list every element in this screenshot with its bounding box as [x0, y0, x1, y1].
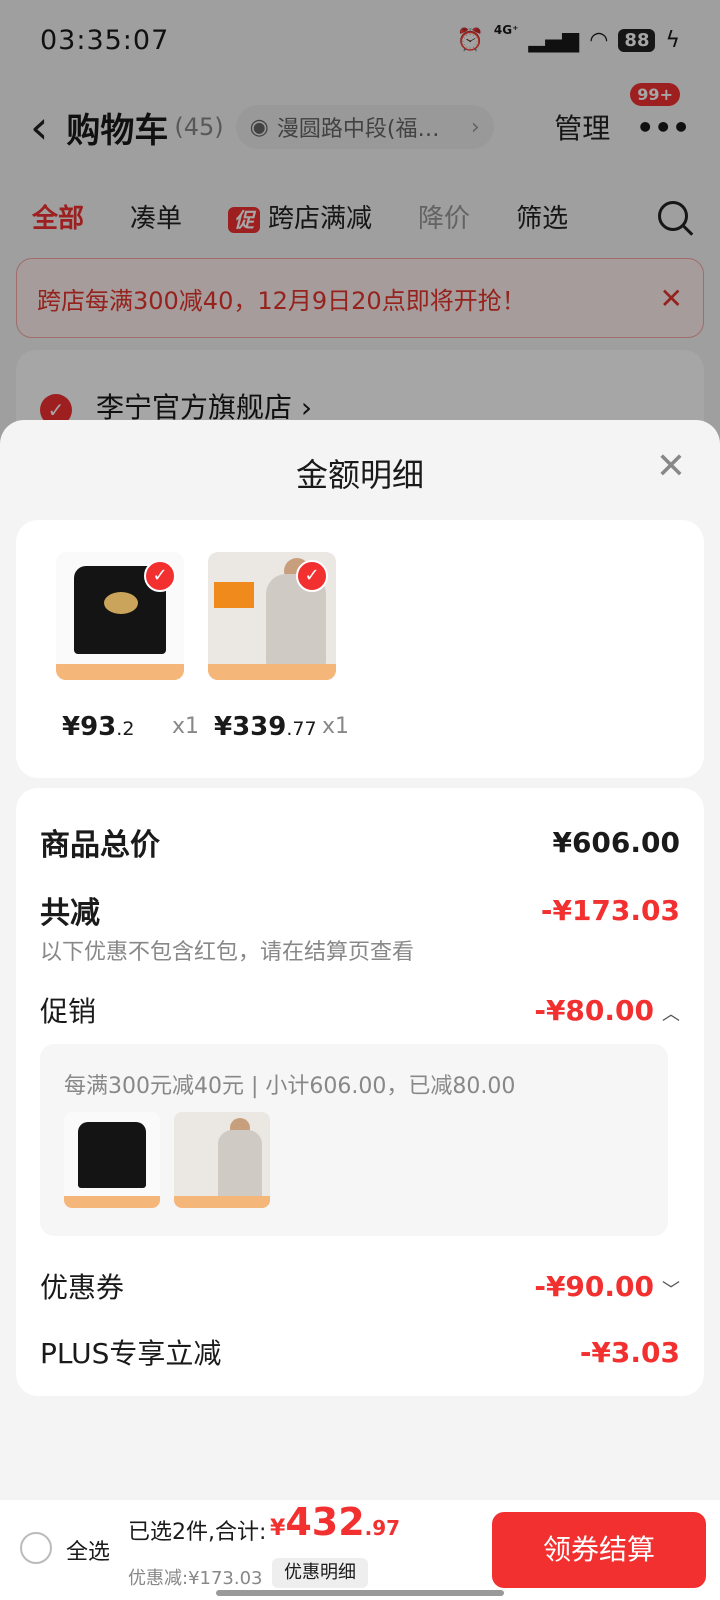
total-discount-value: -¥173.03: [540, 893, 680, 927]
total-price: ¥432.97: [270, 1500, 400, 1544]
total-decimal: .97: [364, 1516, 401, 1540]
thumbnail-price-band: [208, 664, 336, 680]
discount-note: 以下优惠不包含红包，请在结算页查看: [40, 940, 415, 965]
tshirt-image: [78, 1122, 146, 1188]
total-discount-label: 共减: [40, 896, 100, 931]
promo-row[interactable]: 促销 -¥80.00 ︿: [40, 990, 680, 1030]
coupon-value-wrap: -¥90.00 ﹀: [534, 1270, 680, 1303]
plus-discount-label: PLUS专享立减: [40, 1337, 222, 1370]
checkout-button[interactable]: 领券结算: [492, 1512, 706, 1588]
product-price: ¥93.2: [62, 712, 134, 742]
checked-icon: ✓: [296, 560, 328, 592]
product-item[interactable]: ✓ ¥93.2 x1: [56, 552, 199, 742]
coupon-value: -¥90.00: [534, 1269, 654, 1303]
price-integer: ¥93: [62, 712, 117, 742]
promo-detail-box: 每满300元减40元 | 小计606.00，已减80.00: [40, 1044, 668, 1236]
select-all-radio[interactable]: [20, 1532, 52, 1564]
close-icon[interactable]: ✕: [656, 446, 686, 487]
price-decimal: .77: [286, 718, 317, 740]
subtotal-label: 商品总价: [40, 828, 160, 863]
promo-value: -¥80.00: [534, 993, 654, 1027]
plus-discount-row: PLUS专享立减 -¥3.03: [40, 1332, 680, 1372]
product-thumbnail: ✓: [208, 552, 336, 680]
tshirt-print: [104, 592, 138, 614]
product-quantity: x1: [172, 714, 200, 739]
total-integer: 432: [285, 1500, 365, 1544]
plus-discount-value: -¥3.03: [579, 1335, 680, 1369]
thumbnail-price-band: [174, 1196, 270, 1208]
total-currency: ¥: [270, 1516, 286, 1541]
promo-tag: [214, 582, 254, 608]
checked-icon: ✓: [144, 560, 176, 592]
subtotal-value: ¥606.00: [552, 825, 680, 859]
discount-detail-button[interactable]: 优惠明细: [272, 1558, 368, 1588]
selected-count-text: 已选2件,合计:: [128, 1520, 267, 1545]
select-all-label[interactable]: 全选: [66, 1534, 110, 1566]
product-mini-thumbnail: [64, 1112, 160, 1208]
subtotal-row: 商品总价 ¥606.00: [40, 820, 680, 864]
product-quantity: x1: [322, 714, 350, 739]
product-price: ¥339.77: [214, 712, 317, 742]
down-jacket-image: [218, 1130, 262, 1200]
checkout-bar: 全选 已选2件,合计: ¥432.97 优惠减:¥173.03 优惠明细 领券结…: [0, 1500, 720, 1600]
selected-products-card: ✓ ¥93.2 x1 ✓ ¥339.77 x1: [16, 520, 704, 778]
discount-summary: 优惠减:¥173.03: [128, 1568, 263, 1589]
coupon-label: 优惠券: [40, 1271, 125, 1304]
promo-rule-text: 每满300元减40元 | 小计606.00，已减80.00: [64, 1074, 516, 1099]
product-item[interactable]: ✓ ¥339.77 x1: [208, 552, 349, 742]
product-thumbnail: ✓: [56, 552, 184, 680]
chevron-down-icon: ﹀: [662, 1279, 680, 1301]
promo-value-wrap: -¥80.00 ︿: [534, 994, 680, 1027]
total-discount-row: 共减 -¥173.03: [40, 888, 680, 932]
promo-label: 促销: [40, 995, 97, 1028]
home-indicator[interactable]: [216, 1590, 504, 1596]
coupon-row[interactable]: 优惠券 -¥90.00 ﹀: [40, 1266, 680, 1306]
chevron-up-icon: ︿: [662, 1003, 680, 1025]
thumbnail-price-band: [56, 664, 184, 680]
sheet-title: 金额明细: [295, 456, 424, 494]
product-mini-thumbnail: [174, 1112, 270, 1208]
amount-detail-sheet: 金额明细 ✕ ✓ ¥93.2 x1 ✓ ¥339.77 x1 商品总价 ¥606…: [0, 420, 720, 1600]
price-integer: ¥339: [214, 712, 287, 742]
thumbnail-price-band: [64, 1196, 160, 1208]
price-decimal: .2: [116, 718, 135, 740]
price-breakdown-card: 商品总价 ¥606.00 共减 -¥173.03 以下优惠不包含红包，请在结算页…: [16, 788, 704, 1396]
